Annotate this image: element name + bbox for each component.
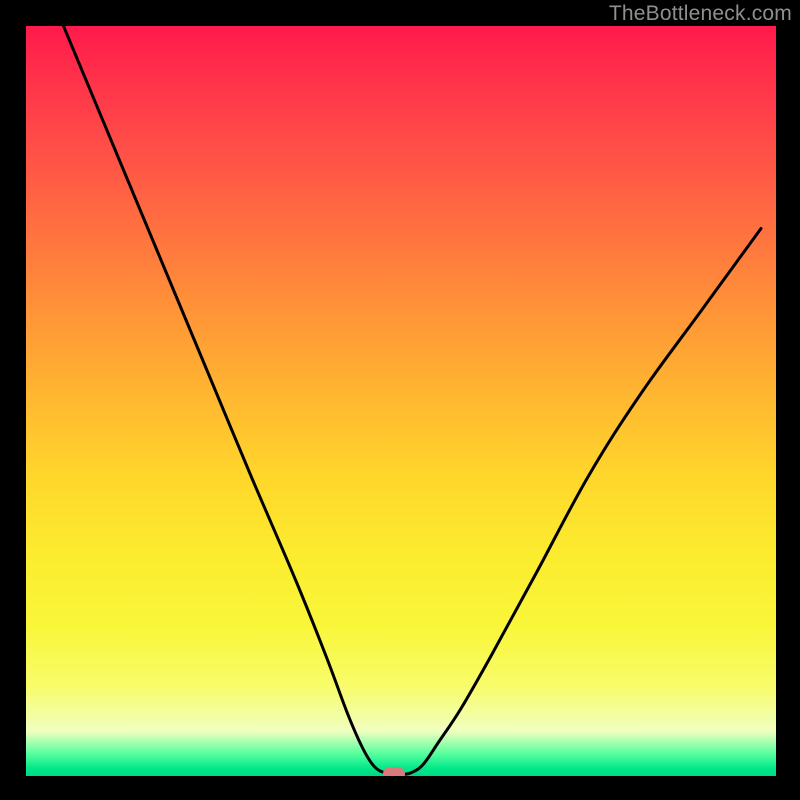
bottleneck-curve <box>26 26 776 776</box>
plot-area <box>26 26 776 776</box>
watermark-text: TheBottleneck.com <box>609 2 792 26</box>
minimum-marker <box>383 767 405 776</box>
chart-frame: TheBottleneck.com <box>0 0 800 800</box>
